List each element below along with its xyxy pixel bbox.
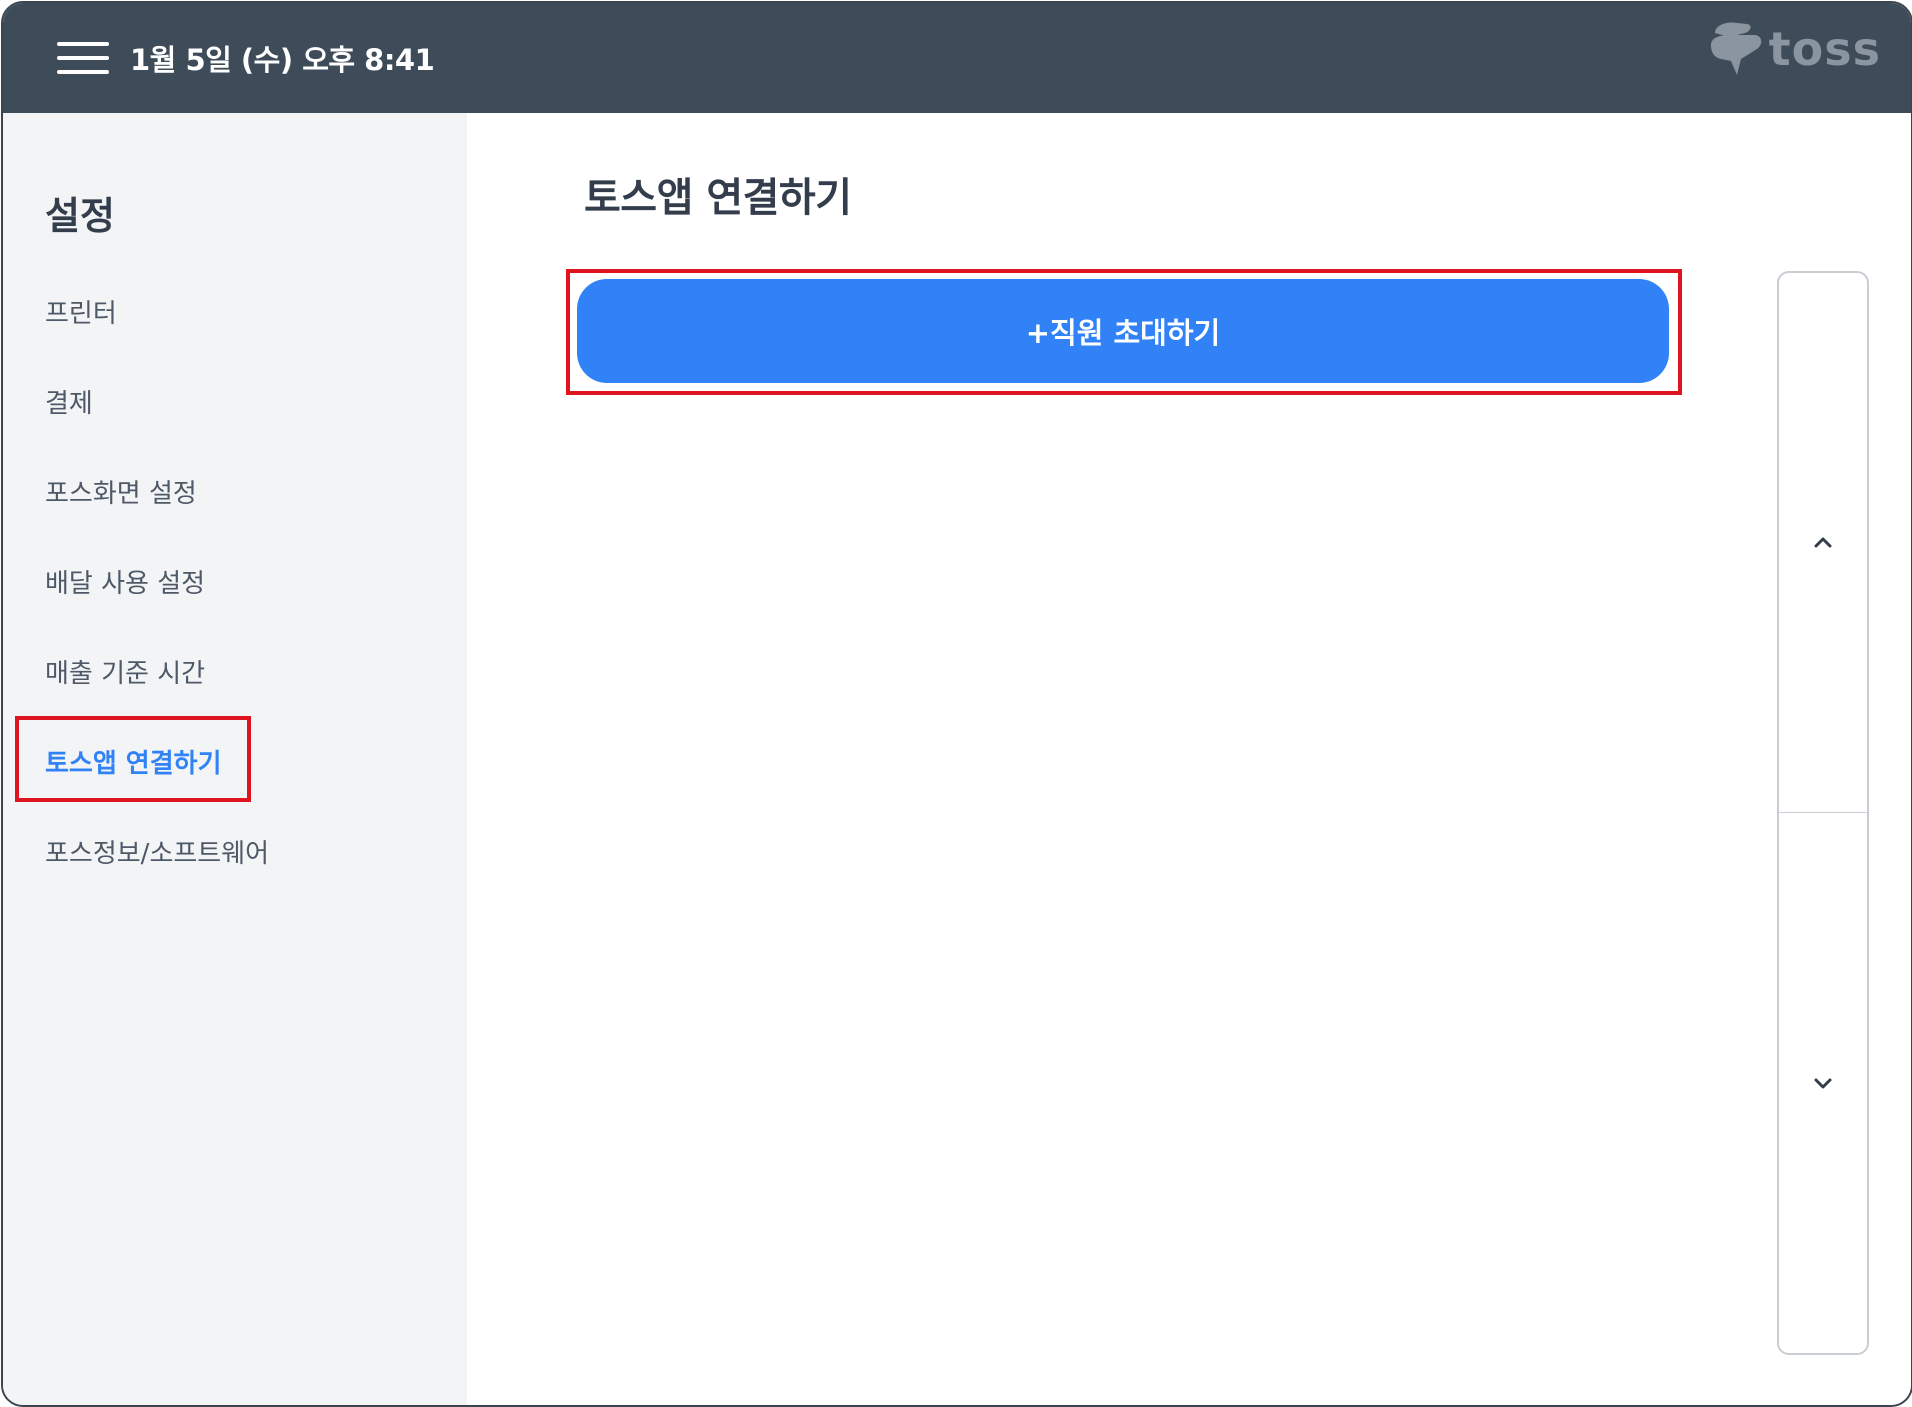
datetime-display: 1월 5일 (수) 오후 8:41 <box>130 43 435 77</box>
toss-logo-icon <box>1710 22 1761 75</box>
settings-sidebar: 설정 프린터 결제 포스화면 설정 배달 사용 설정 매출 기준 시간 토스앱 … <box>3 113 467 1405</box>
sidebar-title: 설정 <box>45 194 115 238</box>
scroll-up-button[interactable] <box>1779 273 1867 813</box>
invite-staff-button[interactable]: +직원 초대하기 <box>577 279 1669 383</box>
main-content: 토스앱 연결하기 +직원 초대하기 <box>467 113 1911 1405</box>
sidebar-item-sales-time[interactable]: 매출 기준 시간 <box>45 653 205 690</box>
page-title: 토스앱 연결하기 <box>584 175 852 221</box>
hamburger-menu-icon[interactable] <box>57 40 109 76</box>
scroll-control <box>1777 271 1869 1355</box>
top-bar: 1월 5일 (수) 오후 8:41 toss <box>3 3 1911 113</box>
sidebar-item-printer[interactable]: 프린터 <box>45 293 117 330</box>
app-window: 1월 5일 (수) 오후 8:41 toss 설정 프린터 결제 포스화면 설정… <box>1 1 1912 1407</box>
sidebar-item-delivery[interactable]: 배달 사용 설정 <box>45 563 205 600</box>
chevron-down-icon <box>1814 1078 1832 1089</box>
scroll-down-button[interactable] <box>1779 813 1867 1353</box>
highlight-box-sidebar <box>15 716 251 802</box>
sidebar-item-payment[interactable]: 결제 <box>45 383 93 420</box>
sidebar-item-pos-info[interactable]: 포스정보/소프트웨어 <box>45 833 269 870</box>
logo-text: toss <box>1768 22 1881 76</box>
chevron-up-icon <box>1814 537 1832 547</box>
toss-logo: toss <box>1707 21 1881 77</box>
sidebar-item-pos-screen[interactable]: 포스화면 설정 <box>45 473 197 510</box>
